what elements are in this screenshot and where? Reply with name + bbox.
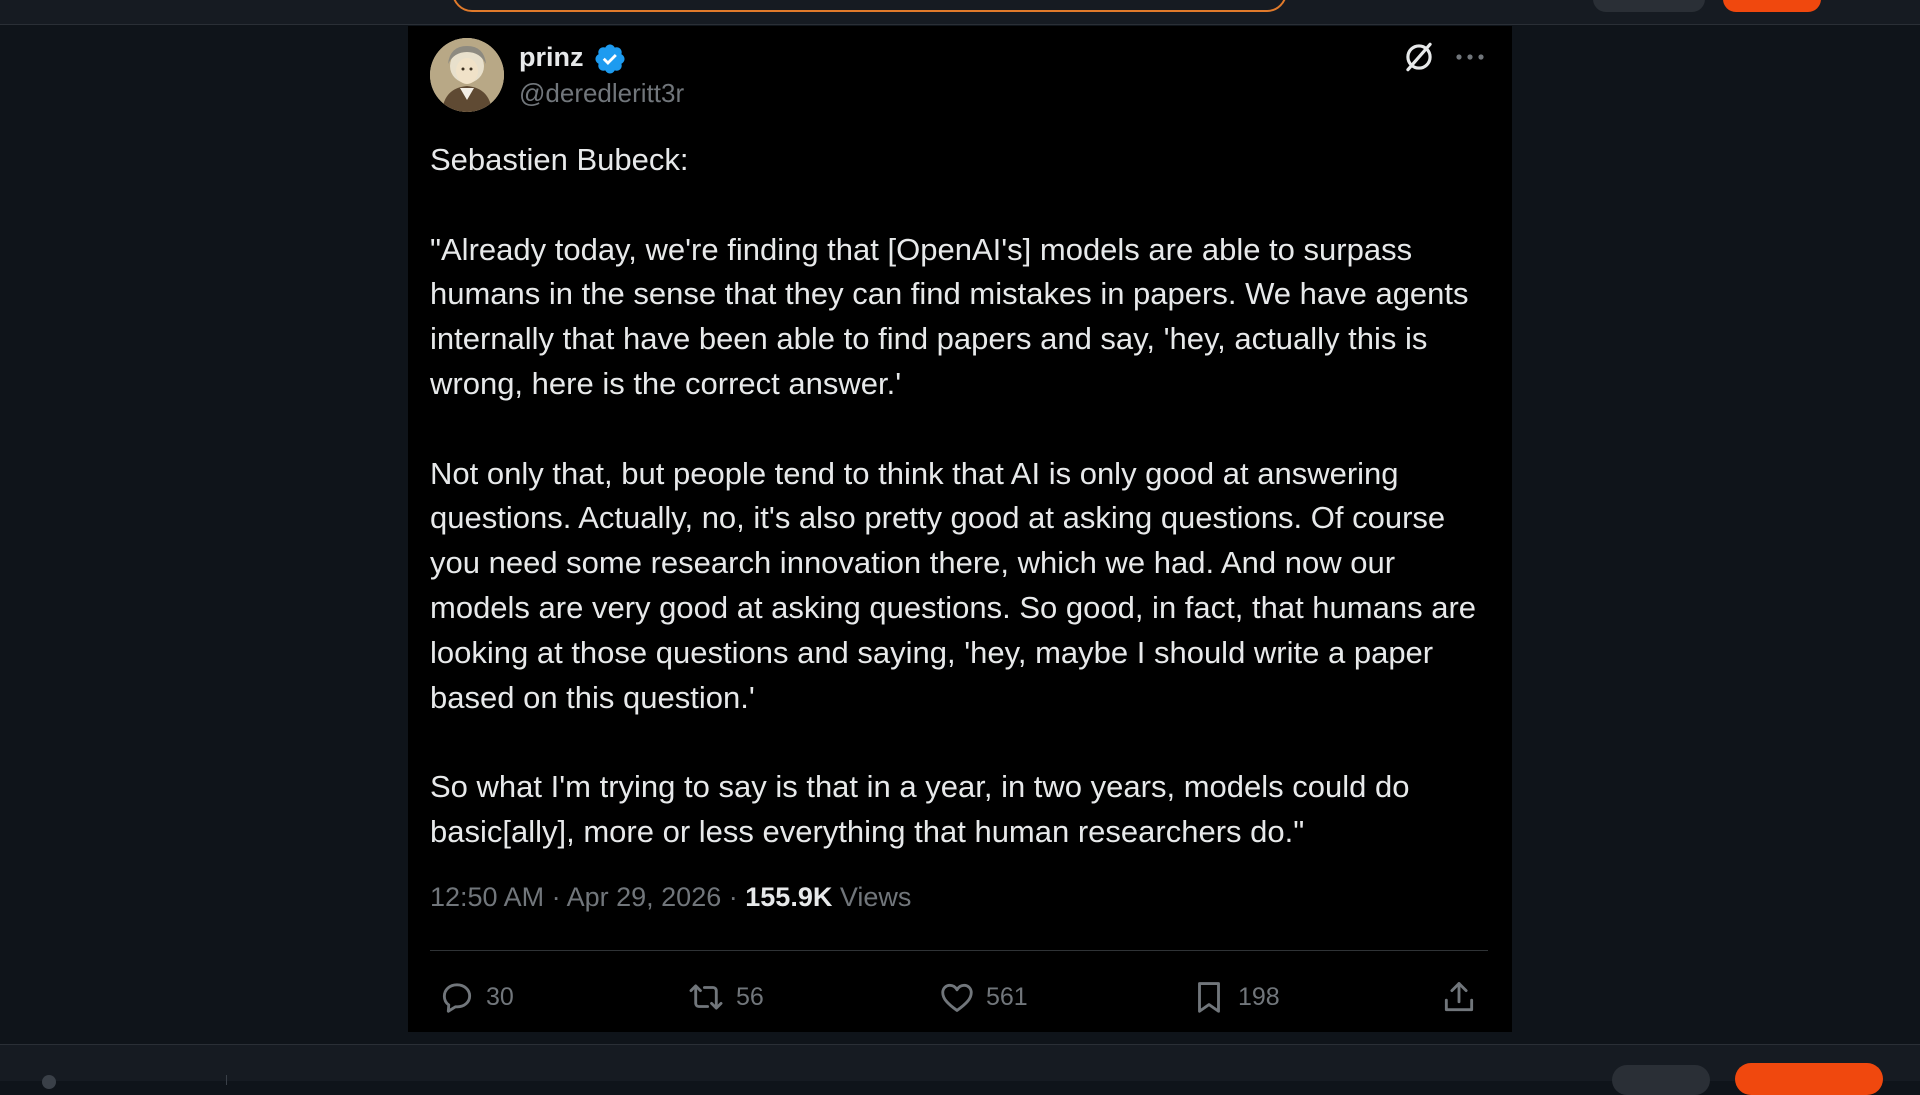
tweet-metadata: 12:50 AM · Apr 29, 2026 · 155.9K Views bbox=[430, 882, 911, 913]
reply-bubble-icon bbox=[442, 983, 472, 1013]
more-dots-icon[interactable] bbox=[1454, 50, 1486, 62]
top-toolbar bbox=[0, 0, 1920, 25]
like-count: 561 bbox=[986, 982, 1028, 1011]
verified-badge-icon bbox=[593, 42, 627, 76]
share-button[interactable] bbox=[1440, 974, 1478, 1020]
grok-icon[interactable] bbox=[1400, 38, 1438, 76]
top-primary-button[interactable] bbox=[1723, 0, 1821, 12]
bottom-separator bbox=[226, 1075, 227, 1085]
repost-count: 56 bbox=[736, 982, 764, 1011]
reply-button[interactable]: 30 bbox=[438, 974, 514, 1020]
author-handle[interactable]: @deredleritt3r bbox=[519, 78, 684, 109]
tweet-paragraph: So what I'm trying to say is that in a y… bbox=[430, 769, 1410, 849]
share-upload-icon bbox=[1444, 982, 1474, 1012]
heart-icon bbox=[941, 983, 973, 1012]
like-button[interactable]: 561 bbox=[938, 974, 1028, 1020]
meta-separator: · bbox=[551, 882, 561, 912]
bottom-toolbar bbox=[0, 1044, 1920, 1095]
views-count: 155.9K bbox=[745, 882, 833, 912]
bottom-primary-button[interactable] bbox=[1735, 1063, 1883, 1095]
top-search-field[interactable] bbox=[452, 0, 1287, 12]
bookmark-button[interactable]: 198 bbox=[1190, 974, 1280, 1020]
views-label: Views bbox=[839, 882, 912, 912]
bookmark-count: 198 bbox=[1238, 982, 1280, 1011]
bottom-secondary-button[interactable] bbox=[1612, 1065, 1710, 1095]
repost-arrows-icon bbox=[689, 984, 723, 1010]
tweet-paragraph: Sebastien Bubeck: bbox=[430, 142, 689, 177]
tweet-paragraph: Not only that, but people tend to think … bbox=[430, 455, 1477, 715]
tweet-card: prinz @deredleritt3r Sebastien Bubeck: "… bbox=[408, 26, 1512, 1032]
tweet-date[interactable]: Apr 29, 2026 bbox=[567, 882, 722, 912]
bottom-status-dot bbox=[42, 1075, 56, 1089]
bookmark-icon bbox=[1198, 982, 1220, 1013]
tweet-text: Sebastien Bubeck: "Already today, we're … bbox=[430, 138, 1500, 855]
meta-separator: · bbox=[728, 882, 738, 912]
tweet-paragraph: "Already today, we're finding that [Open… bbox=[430, 231, 1469, 401]
tweet-time[interactable]: 12:50 AM bbox=[430, 882, 544, 912]
divider bbox=[430, 950, 1488, 951]
reply-count: 30 bbox=[486, 982, 514, 1011]
avatar[interactable] bbox=[430, 38, 504, 112]
top-secondary-button[interactable] bbox=[1593, 0, 1705, 12]
author-display-name[interactable]: prinz bbox=[519, 42, 584, 73]
repost-button[interactable]: 56 bbox=[686, 974, 764, 1020]
